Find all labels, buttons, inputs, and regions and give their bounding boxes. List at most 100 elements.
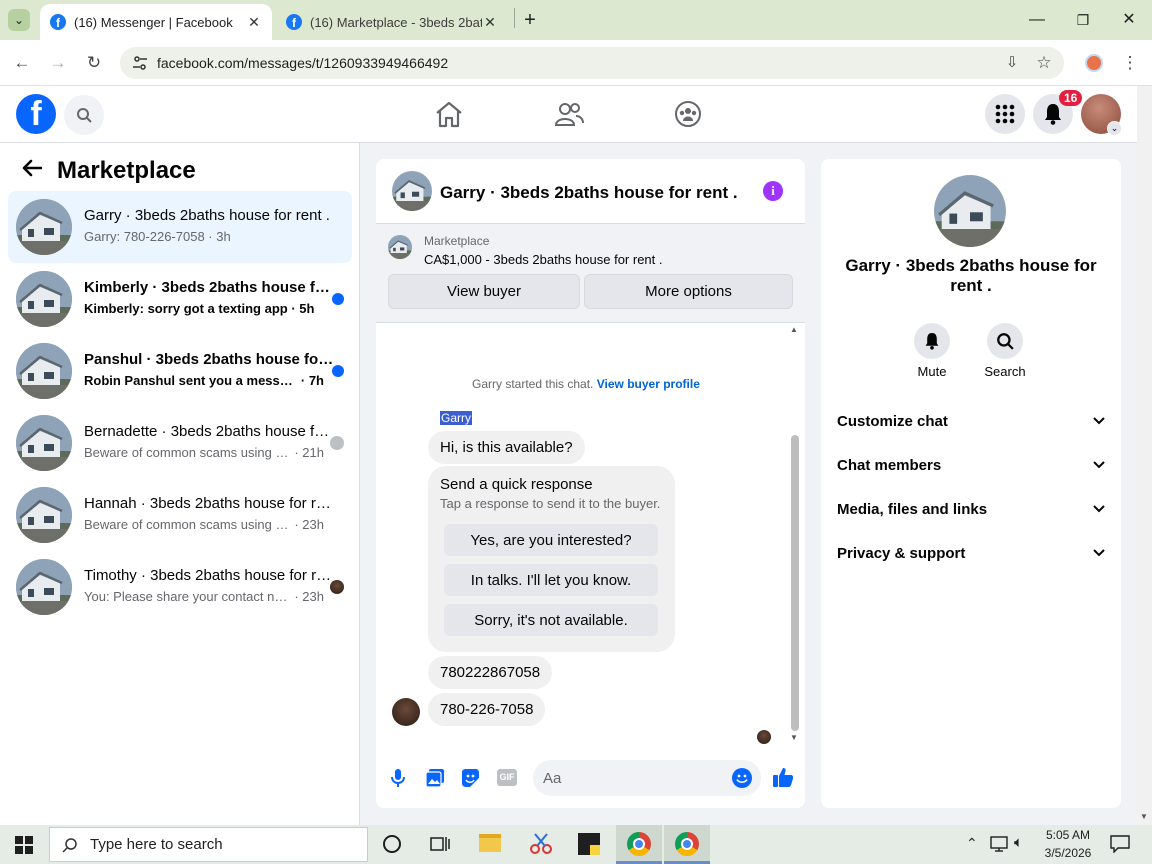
profile-avatar-icon[interactable] bbox=[1085, 54, 1103, 72]
view-buyer-button[interactable]: View buyer bbox=[388, 274, 580, 309]
message-bubble[interactable]: Hi, is this available? bbox=[428, 431, 585, 464]
chat-last-message: Garry: 780-226-7058 bbox=[84, 229, 205, 244]
customize-chat-row[interactable]: Customize chat bbox=[837, 399, 1105, 443]
network-icon[interactable] bbox=[990, 836, 1008, 852]
tab-marketplace[interactable]: f (16) Marketplace - 3beds 2bath ✕ bbox=[276, 4, 508, 40]
account-chevron-icon[interactable]: ⌄ bbox=[1107, 121, 1122, 136]
sticker-icon[interactable] bbox=[460, 768, 480, 788]
chrome-menu-icon[interactable]: ⋮ bbox=[1118, 51, 1142, 75]
clock-time[interactable]: 5:05 AM bbox=[1040, 828, 1096, 842]
chrome-taskbar-button[interactable] bbox=[664, 825, 710, 864]
media-files-links-row[interactable]: Media, files and links bbox=[837, 487, 1105, 531]
page-scrollbar[interactable]: ▼ bbox=[1137, 86, 1152, 825]
listing-profile-image[interactable] bbox=[934, 175, 1006, 247]
facebook-logo-icon[interactable]: f bbox=[16, 94, 56, 134]
search-icon bbox=[77, 108, 92, 123]
close-tab-icon[interactable]: ✕ bbox=[246, 14, 262, 31]
message-bubble[interactable]: 780222867058 bbox=[428, 656, 553, 689]
reload-icon[interactable]: ↻ bbox=[82, 51, 106, 75]
notification-center-icon[interactable] bbox=[1110, 835, 1130, 853]
conversation-title[interactable]: Garry · 3beds 2baths house for rent . bbox=[440, 183, 738, 203]
new-tab-icon[interactable]: + bbox=[518, 8, 542, 32]
message-scrollbar-thumb[interactable] bbox=[791, 435, 799, 731]
chat-time: 5h bbox=[299, 301, 315, 316]
windows-start-icon[interactable] bbox=[15, 836, 33, 854]
chat-list-item[interactable]: Garry · 3beds 2baths house for rent . Gar… bbox=[8, 191, 352, 263]
quick-response-yes-button[interactable]: Yes, are you interested? bbox=[444, 524, 658, 556]
chat-preview: Kimberly: sorry got a texting app · 5h bbox=[84, 301, 324, 316]
back-arrow-icon[interactable] bbox=[22, 159, 42, 177]
chrome-taskbar-button[interactable] bbox=[616, 825, 662, 864]
windows-taskbar: Type here to search ⌃ 🔈︎ 5:05 AM 3/5/202… bbox=[0, 825, 1152, 864]
clock-date[interactable]: 3/5/2026 bbox=[1040, 846, 1096, 860]
microphone-icon[interactable] bbox=[390, 768, 406, 788]
chat-last-message: Beware of common scams using payment app… bbox=[84, 445, 291, 460]
home-icon[interactable] bbox=[434, 100, 464, 128]
details-title: Garry · 3beds 2baths house for rent . bbox=[845, 256, 1097, 295]
forward-icon[interactable]: → bbox=[46, 51, 70, 75]
taskbar-search-box[interactable]: Type here to search bbox=[49, 827, 368, 862]
listing-thumbnail bbox=[16, 343, 72, 399]
chat-list-item[interactable]: Kimberly · 3beds 2baths house for rent .… bbox=[8, 263, 352, 335]
section-label: Customize chat bbox=[837, 412, 948, 430]
quick-response-not-available-button[interactable]: Sorry, it's not available. bbox=[444, 604, 658, 636]
quick-response-subtitle: Tap a response to send it to the buyer. bbox=[440, 496, 661, 511]
message-input[interactable]: Aa bbox=[533, 760, 761, 796]
omnibox[interactable]: facebook.com/messages/t/1260933949466492 bbox=[120, 47, 1064, 79]
panel-title: Marketplace bbox=[57, 157, 196, 184]
chat-list-item[interactable]: Panshul · 3beds 2baths house for rent . R… bbox=[8, 335, 352, 407]
message-bubble[interactable]: 780-226-7058 bbox=[428, 693, 546, 726]
quick-response-in-talks-button[interactable]: In talks. I'll let you know. bbox=[444, 564, 658, 596]
taskbar-search-placeholder: Type here to search bbox=[90, 836, 223, 853]
file-explorer-icon[interactable] bbox=[479, 834, 501, 852]
chat-time: 3h bbox=[216, 229, 231, 244]
view-buyer-profile-link[interactable]: View buyer profile bbox=[597, 377, 700, 391]
close-window-icon[interactable]: ✕ bbox=[1117, 8, 1141, 32]
bell-icon bbox=[925, 333, 939, 350]
sticky-notes-icon[interactable] bbox=[578, 833, 600, 855]
chat-list-item[interactable]: Timothy · 3beds 2baths house for rent . Y… bbox=[8, 551, 352, 623]
search-icon bbox=[997, 333, 1014, 350]
chevron-up-icon[interactable]: ⌃ bbox=[966, 835, 978, 852]
gif-icon[interactable]: GIF bbox=[497, 769, 517, 786]
emoji-icon[interactable] bbox=[732, 768, 752, 788]
listing-price-title[interactable]: CA$1,000 - 3beds 2baths house for rent . bbox=[424, 252, 663, 267]
privacy-support-row[interactable]: Privacy & support bbox=[837, 531, 1105, 575]
search-conversation-button[interactable] bbox=[987, 323, 1023, 359]
tab-messenger[interactable]: f (16) Messenger | Facebook ✕ bbox=[40, 4, 272, 40]
friends-icon[interactable] bbox=[554, 101, 584, 127]
task-view-icon[interactable] bbox=[430, 835, 450, 853]
bookmark-star-icon[interactable]: ☆ bbox=[1032, 51, 1056, 75]
chat-list-item[interactable]: Hannah · 3beds 2baths house for rent . Be… bbox=[8, 479, 352, 551]
chat-members-row[interactable]: Chat members bbox=[837, 443, 1105, 487]
thumbs-up-icon[interactable] bbox=[772, 766, 794, 788]
scroll-down-arrow-icon[interactable]: ▼ bbox=[790, 733, 798, 742]
chat-time: 23h bbox=[302, 589, 324, 604]
groups-icon[interactable] bbox=[674, 100, 702, 128]
info-icon[interactable]: i bbox=[763, 181, 783, 201]
sender-avatar[interactable] bbox=[392, 698, 420, 726]
restore-icon[interactable]: ❐ bbox=[1071, 8, 1095, 32]
photo-icon[interactable] bbox=[425, 768, 445, 788]
section-label: Privacy & support bbox=[837, 544, 966, 562]
close-tab-icon[interactable]: ✕ bbox=[482, 14, 498, 31]
facebook-search-button[interactable] bbox=[64, 95, 104, 135]
scroll-up-arrow-icon[interactable]: ▲ bbox=[790, 325, 798, 334]
install-app-icon[interactable]: ⇩ bbox=[1000, 51, 1024, 75]
chat-started-text: Garry started this chat. bbox=[472, 377, 594, 391]
menu-grid-button[interactable] bbox=[985, 94, 1025, 134]
volume-icon[interactable]: 🔈︎ bbox=[1014, 834, 1023, 851]
snipping-tool-icon[interactable] bbox=[529, 833, 553, 855]
mute-button[interactable] bbox=[914, 323, 950, 359]
cortana-icon[interactable] bbox=[383, 835, 401, 853]
message-input-placeholder: Aa bbox=[543, 770, 562, 787]
site-info-icon[interactable] bbox=[132, 55, 148, 71]
minimize-icon[interactable]: — bbox=[1025, 8, 1049, 32]
scroll-down-arrow-icon[interactable]: ▼ bbox=[1140, 812, 1148, 821]
chat-list-item[interactable]: Bernadette · 3beds 2baths house for rent… bbox=[8, 407, 352, 479]
listing-thumbnail[interactable] bbox=[392, 171, 432, 211]
more-options-button[interactable]: More options bbox=[584, 274, 793, 309]
back-icon[interactable]: ← bbox=[10, 51, 34, 75]
seen-avatar bbox=[757, 730, 771, 744]
tab-search-chevron-icon[interactable]: ⌄ bbox=[8, 9, 30, 31]
